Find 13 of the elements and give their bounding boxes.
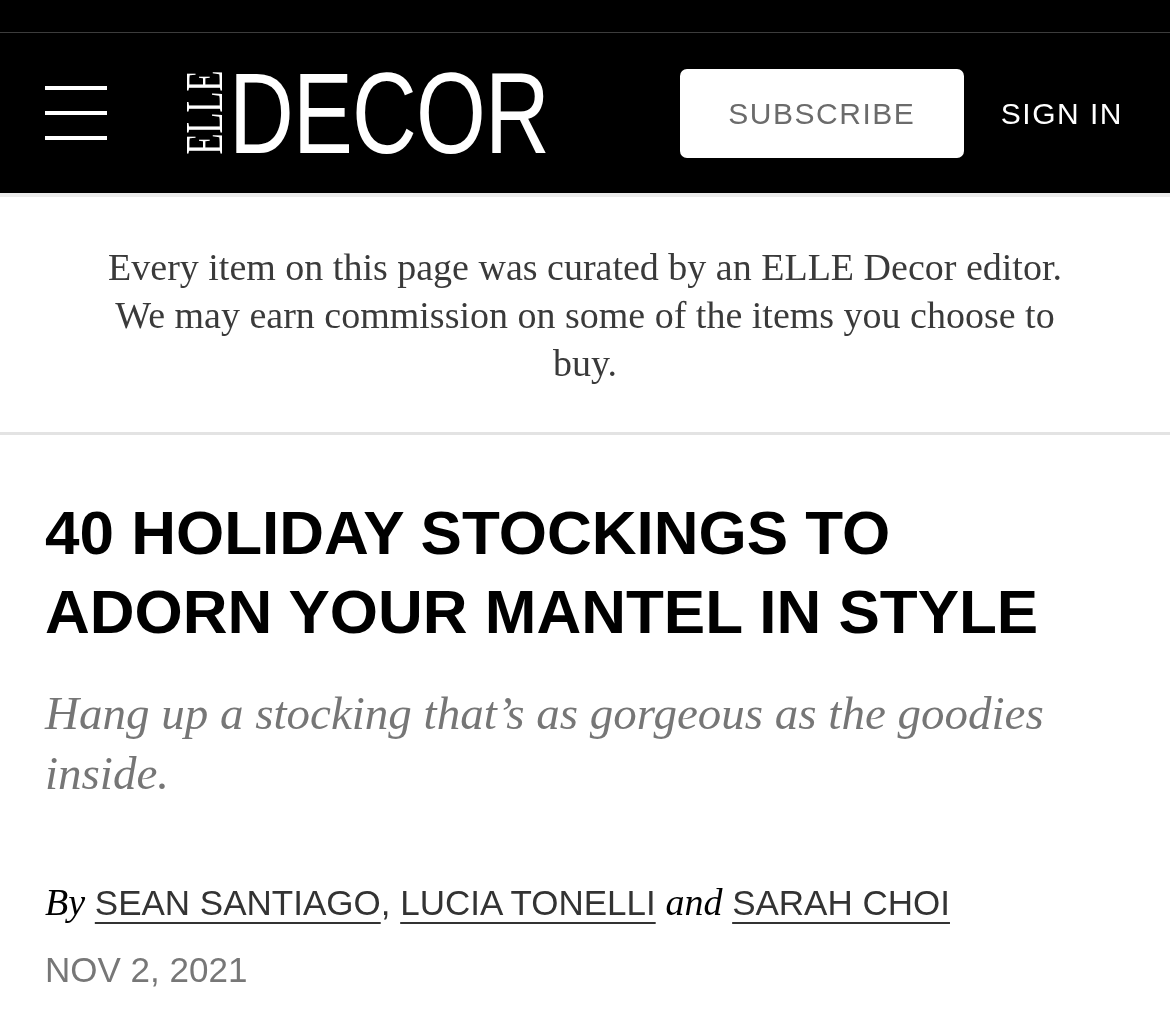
author-link[interactable]: LUCIA TONELLI <box>400 883 656 922</box>
author-link[interactable]: SARAH CHOI <box>732 883 950 922</box>
sign-in-link[interactable]: SIGN IN <box>1000 90 1123 136</box>
menu-button[interactable] <box>45 86 107 140</box>
menu-icon <box>45 86 107 140</box>
publish-date: NOV 2, 2021 <box>45 949 249 991</box>
byline: By SEAN SANTIAGO, LUCIA TONELLI and SARAH CHOI <box>45 880 951 925</box>
site-logo[interactable]: ELLE DECOR <box>186 69 550 157</box>
author-link[interactable]: SEAN SANTIAGO <box>94 883 381 922</box>
subscribe-button[interactable]: SUBSCRIBE <box>679 68 964 158</box>
article-title: 40 HOLIDAY STOCKINGS TO ADORN YOUR MANTEL IN STYLE <box>45 497 1040 648</box>
affiliate-disclaimer: Every item on this page was curated by an ELLE Decor editor. We may earn commission on some of the items you choose to buy. <box>107 245 1063 386</box>
article-subtitle: Hang up a stocking that’s as gorgeous as the goodies inside. <box>45 686 1045 801</box>
